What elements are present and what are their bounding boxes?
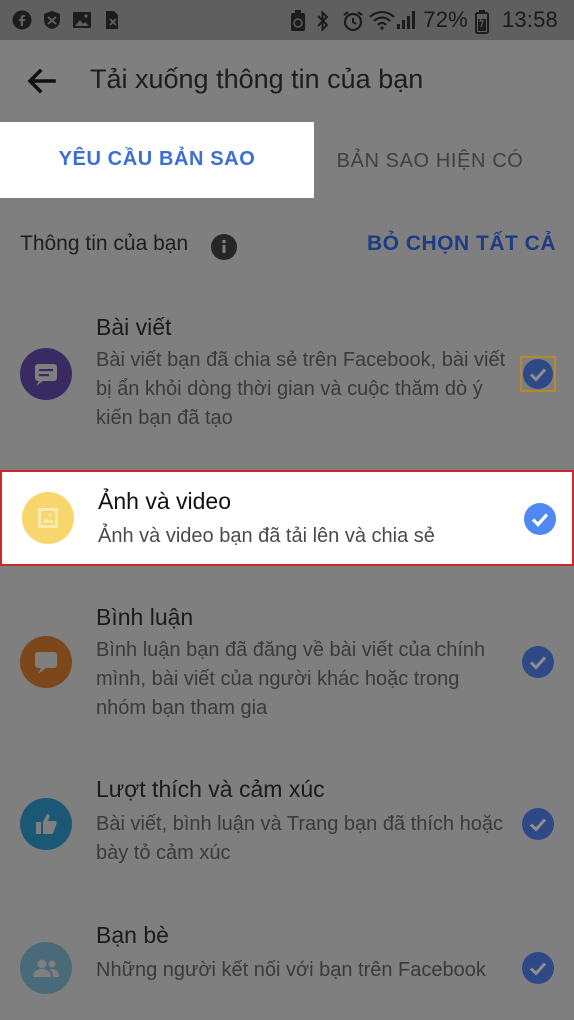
category-title: Bạn bè xyxy=(96,922,169,948)
friends-icon xyxy=(20,942,72,994)
check-icon xyxy=(522,952,554,984)
bluetooth-icon xyxy=(315,10,335,32)
message-icon xyxy=(20,348,72,400)
info-icon[interactable] xyxy=(211,234,237,260)
your-information-bar: Thông tin của bạn BỎ CHỌN TẤT CẢ xyxy=(0,214,574,278)
tab-request-copy-label: YÊU CẦU BẢN SAO xyxy=(58,148,256,170)
no-sim-icon xyxy=(102,10,122,30)
status-bar-left-icons xyxy=(12,9,122,31)
battery-saver-icon xyxy=(288,10,308,31)
gallery-icon xyxy=(72,10,92,30)
tab-available-copies[interactable]: BẢN SAO HIỆN CÓ xyxy=(314,122,574,198)
category-likes-icon-circle xyxy=(20,798,72,850)
check-icon xyxy=(523,359,553,389)
shield-app-icon xyxy=(42,10,62,30)
your-information-label: Thông tin của bạn xyxy=(20,232,189,255)
category-photos-icon-circle xyxy=(22,492,74,544)
category-description: Ảnh và video bạn đã tải lên và chia sẻ xyxy=(98,525,435,547)
facebook-icon xyxy=(12,10,32,30)
category-description: Bài viết, bình luận và Trang bạn đã thíc… xyxy=(96,813,503,864)
posts-checkbox[interactable] xyxy=(520,356,556,392)
check-icon xyxy=(522,646,554,678)
thumbs-up-icon xyxy=(20,798,72,850)
category-description: Bình luận bạn đã đăng về bài viết của ch… xyxy=(96,639,486,719)
status-bar: 72% 13:58 xyxy=(0,0,574,40)
category-friends[interactable]: Bạn bè Những người kết nối với bạn trên … xyxy=(0,904,574,1020)
tab-available-copies-label: BẢN SAO HIỆN CÓ xyxy=(336,150,524,172)
category-likes-reactions[interactable]: Lượt thích và cảm xúc Bài viết, bình luậ… xyxy=(0,758,574,888)
comment-icon xyxy=(20,636,72,688)
check-icon xyxy=(524,503,556,535)
back-button[interactable] xyxy=(24,64,64,100)
category-description: Bài viết bạn đã chia sẻ trên Facebook, b… xyxy=(96,349,506,429)
category-title: Bình luận xyxy=(96,604,194,630)
page-title: Tải xuống thông tin của bạn xyxy=(90,64,424,94)
photo-icon xyxy=(22,492,74,544)
category-title: Bài viết xyxy=(96,314,172,340)
check-icon xyxy=(522,808,554,840)
tab-request-copy[interactable]: YÊU CẦU BẢN SAO xyxy=(0,122,314,198)
likes-reactions-checkbox[interactable] xyxy=(522,808,554,840)
friends-checkbox[interactable] xyxy=(522,952,554,984)
clock: 13:58 xyxy=(501,7,558,32)
photos-videos-checkbox[interactable] xyxy=(524,503,556,535)
signal-icon xyxy=(396,10,416,30)
arrow-left-icon xyxy=(24,64,64,98)
category-comments[interactable]: Bình luận Bình luận bạn đã đăng về bài v… xyxy=(0,584,574,742)
tab-bar: YÊU CẦU BẢN SAO BẢN SAO HIỆN CÓ xyxy=(0,122,574,198)
category-friends-icon-circle xyxy=(20,942,72,994)
battery-icon xyxy=(474,10,495,34)
category-title: Lượt thích và cảm xúc xyxy=(96,776,325,802)
comments-checkbox[interactable] xyxy=(522,646,554,678)
app-bar: Tải xuống thông tin của bạn xyxy=(0,40,574,122)
category-posts-icon-circle xyxy=(20,348,72,400)
status-bar-right-icons: 72% 13:58 xyxy=(288,6,558,34)
wifi-icon xyxy=(369,10,396,30)
deselect-all-button[interactable]: BỎ CHỌN TẤT CẢ xyxy=(367,232,556,256)
category-title: Ảnh và video xyxy=(98,488,231,514)
battery-percent: 72% xyxy=(423,7,468,32)
category-description: Những người kết nối với bạn trên Faceboo… xyxy=(96,959,486,981)
category-photos-videos[interactable]: Ảnh và video Ảnh và video bạn đã tải lên… xyxy=(0,470,574,566)
category-posts[interactable]: Bài viết Bài viết bạn đã chia sẻ trên Fa… xyxy=(0,294,574,452)
alarm-icon xyxy=(342,10,363,32)
category-comments-icon-circle xyxy=(20,636,72,688)
